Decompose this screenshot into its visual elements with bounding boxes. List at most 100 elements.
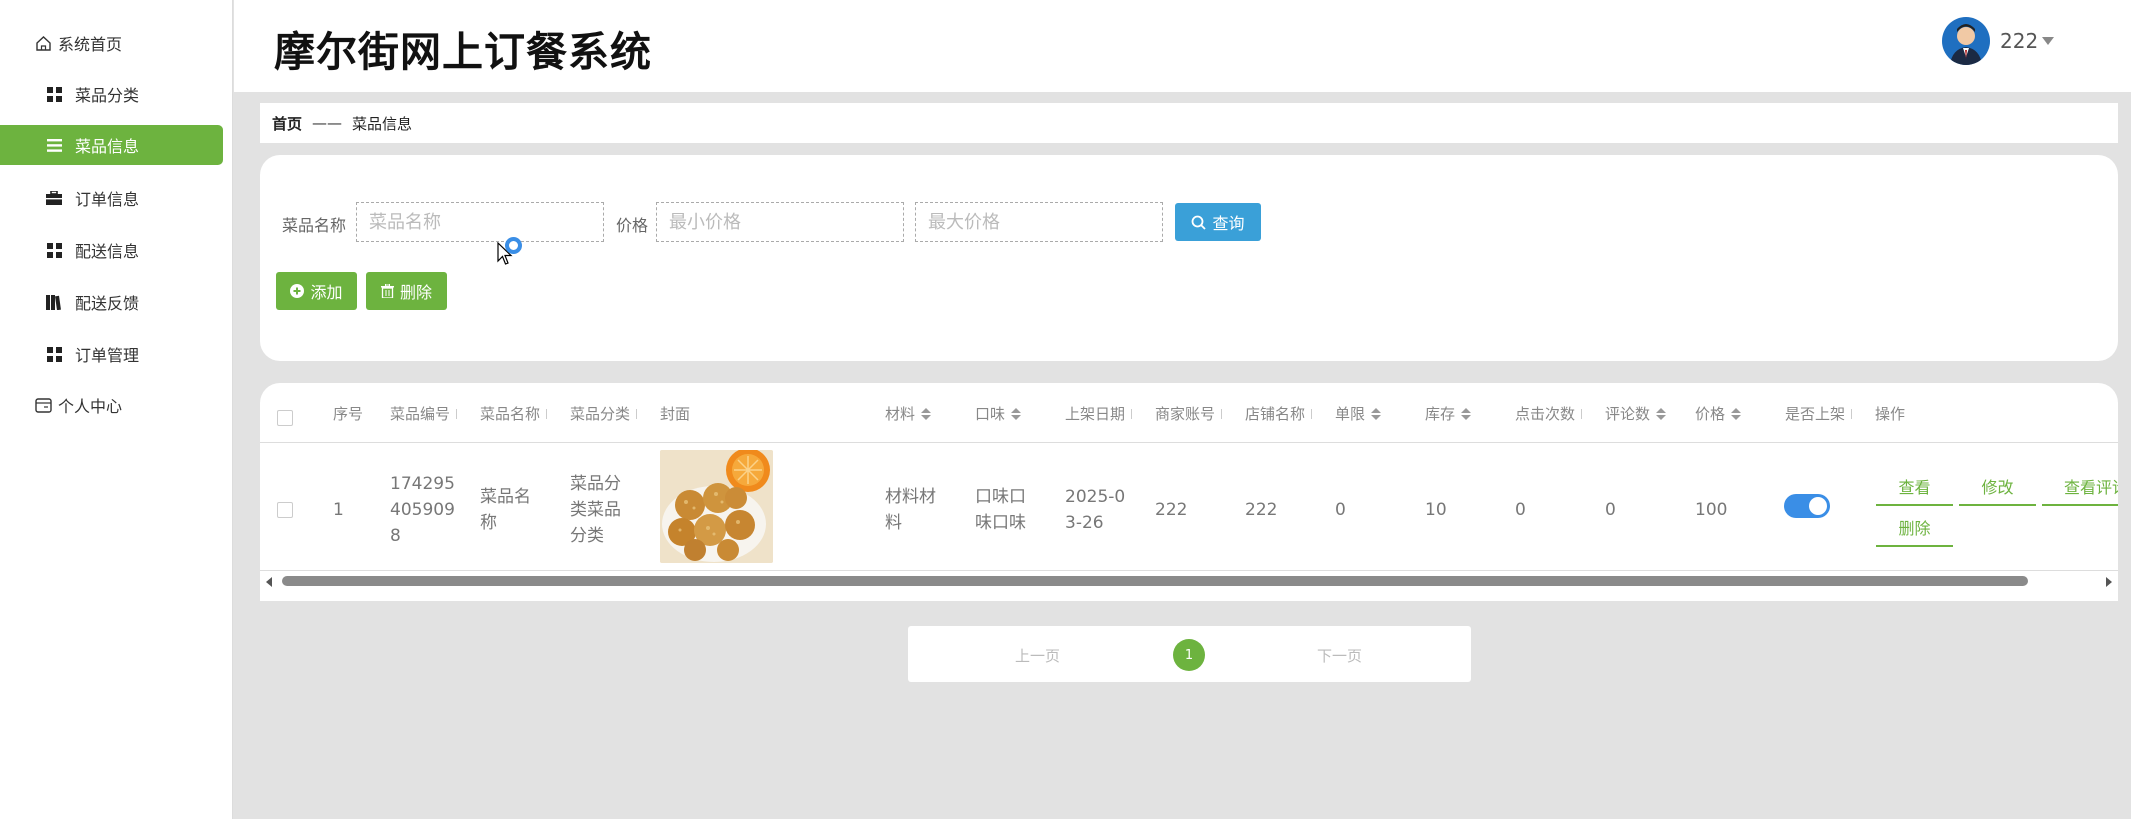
sidebar-item-order-management[interactable]: 订单管理 [0,334,223,374]
table-header: 序号 菜品编号 菜品名称 菜品分类 封面 材料 口味 上架日期 商家账号 店铺名… [260,383,2118,443]
add-button-label: 添加 [310,283,343,302]
sort-icon [1656,407,1667,420]
batch-delete-button[interactable]: 删除 [366,272,447,310]
cell-shop: 222 [1245,500,1278,520]
col-material[interactable]: 材料 [885,403,932,424]
cell-code: 174295 405909 8 [390,474,455,546]
view-button[interactable]: 查看 [1876,474,1953,506]
col-taste[interactable]: 口味 [975,403,1022,424]
price-label: 价格 [616,216,649,235]
dish-name-input[interactable] [356,202,604,242]
prev-page-button[interactable]: 上一页 [1015,645,1060,666]
delete-row-button[interactable]: 删除 [1876,515,1953,547]
edit-button[interactable]: 修改 [1959,474,2036,506]
listed-toggle[interactable] [1784,494,1830,518]
sidebar-item-delivery-feedback[interactable]: 配送反馈 [0,282,223,322]
grid-icon [45,85,63,103]
min-price-input[interactable] [656,202,904,242]
sidebar-item-label: 配送信息 [75,242,140,261]
pagination: 上一页 1 下一页 [908,626,1471,682]
sort-icon [1011,407,1022,420]
search-panel: 菜品名称 价格 查询 添加 删除 [260,155,2118,361]
col-code[interactable]: 菜品编号 [390,403,458,424]
page-number-current[interactable]: 1 [1173,639,1205,671]
cell-date: 2025-0 3-26 [1065,487,1126,533]
view-reviews-button[interactable]: 查看评论 [2042,474,2118,506]
sidebar-item-personal-center[interactable]: 个人中心 [0,385,223,425]
col-shop[interactable]: 店铺名称 [1245,403,1313,424]
dish-name-label: 菜品名称 [282,216,347,235]
click-indicator-icon [505,237,522,254]
col-stock[interactable]: 库存 [1425,403,1472,424]
sidebar-item-dish-info[interactable]: 菜品信息 [0,125,223,165]
scrollbar-thumb[interactable] [282,576,2028,586]
col-listed[interactable]: 是否上架 [1785,403,1853,424]
col-clicks[interactable]: 点击次数 [1515,403,1583,424]
sidebar-item-dish-category[interactable]: 菜品分类 [0,74,223,114]
sidebar-item-label: 订单管理 [75,346,140,365]
scroll-left-icon[interactable] [266,577,272,587]
query-button-label: 查询 [1212,214,1245,233]
sort-icon [921,407,932,420]
sidebar-item-label: 菜品信息 [75,137,140,156]
breadcrumb-home[interactable]: 首页 [272,113,302,134]
sidebar-item-order-info[interactable]: 订单信息 [0,178,223,218]
sidebar-item-label: 配送反馈 [75,294,140,313]
grid-icon [45,345,63,363]
cell-taste: 口味口 味口味 [975,487,1026,533]
query-button[interactable]: 查询 [1175,203,1261,241]
app-title: 摩尔街网上订餐系统 [274,28,652,76]
avatar[interactable] [1942,17,1990,65]
col-cover: 封面 [660,405,691,423]
caret-down-icon[interactable] [2042,37,2054,45]
batch-delete-button-label: 删除 [399,283,432,302]
col-date[interactable]: 上架日期 [1065,403,1133,424]
sidebar-item-delivery-info[interactable]: 配送信息 [0,230,223,270]
col-ops: 操作 [1875,405,1906,423]
card-icon [34,396,52,414]
col-merchant[interactable]: 商家账号 [1155,403,1223,424]
plus-circle-icon [290,284,305,298]
col-price[interactable]: 价格 [1695,403,1742,424]
user-name[interactable]: 222 [2000,29,2038,53]
home-icon [34,34,52,52]
toggle-knob [1809,497,1827,515]
sidebar-item-home[interactable]: 系统首页 [0,23,223,63]
scroll-right-icon[interactable] [2106,577,2112,587]
cell-price: 100 [1695,500,1728,520]
sidebar-item-label: 个人中心 [58,397,123,416]
breadcrumb-separator: —— [312,114,343,132]
select-all-checkbox[interactable] [277,410,293,426]
row-checkbox[interactable] [277,502,293,518]
next-page-button[interactable]: 下一页 [1317,645,1362,666]
col-category[interactable]: 菜品分类 [570,403,638,424]
col-limit[interactable]: 单限 [1335,403,1382,424]
data-table: 序号 菜品编号 菜品名称 菜品分类 封面 材料 口味 上架日期 商家账号 店铺名… [260,383,2118,601]
cell-index: 1 [333,500,344,520]
sidebar: 系统首页 菜品分类 菜品信息 订单信息 配送信息 配送反馈 订单管理 个人中心 [0,0,233,819]
cell-name: 菜品名称 [480,487,531,533]
cell-category: 菜品分 类菜品 分类 [570,474,621,546]
col-reviews[interactable]: 评论数 [1605,403,1667,424]
sidebar-item-label: 菜品分类 [75,86,140,105]
top-header: 摩尔街网上订餐系统 222 [234,0,2131,92]
col-name[interactable]: 菜品名称 [480,403,548,424]
briefcase-icon [45,189,63,207]
cover-image[interactable] [660,450,773,563]
cell-reviews: 0 [1605,500,1616,520]
max-price-input[interactable] [915,202,1163,242]
cell-merchant: 222 [1155,500,1188,520]
breadcrumb-current: 菜品信息 [352,114,413,133]
cell-material: 材料材料 [885,487,936,533]
cell-limit: 0 [1335,500,1346,520]
list-icon [45,136,63,154]
add-button[interactable]: 添加 [276,272,357,310]
cell-clicks: 0 [1515,500,1526,520]
breadcrumb: 首页 —— 菜品信息 [260,103,2118,143]
col-index: 序号 [333,405,364,423]
grid-icon [45,241,63,259]
sidebar-item-label: 订单信息 [75,190,140,209]
horizontal-scrollbar[interactable] [260,571,2118,593]
sort-icon [1461,407,1472,420]
trash-icon [380,284,394,298]
